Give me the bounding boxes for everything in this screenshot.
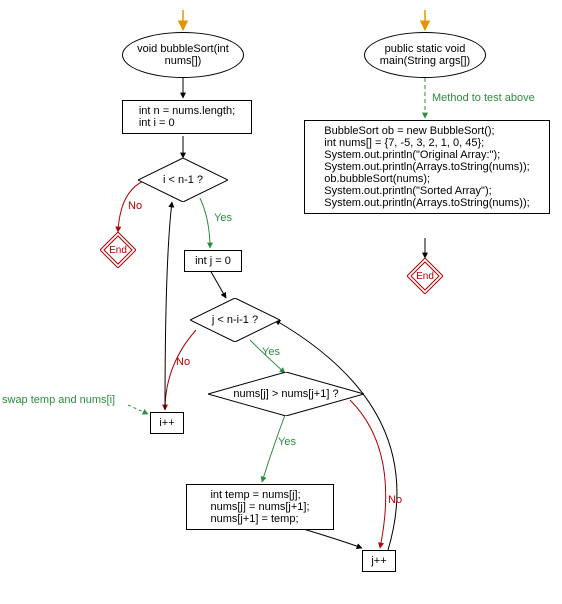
swap-body-text: int temp = nums[j]; nums[j] = nums[j+1];… — [210, 489, 309, 525]
swap-body-rect: int temp = nums[j]; nums[j] = nums[j+1];… — [186, 484, 334, 530]
init-j-text: int j = 0 — [195, 255, 231, 267]
init-vars-rect: int n = nums.length; int i = 0 — [122, 100, 252, 134]
end-left-text: End — [109, 245, 127, 256]
cond-j-diamond: j < n-i-1 ? — [190, 298, 280, 342]
inc-i-text: i++ — [159, 417, 174, 429]
bubblesort-sig-text: void bubbleSort(int nums[]) — [137, 43, 229, 67]
flowchart-canvas: void bubbleSort(int nums[]) int n = nums… — [0, 0, 562, 604]
cond-swap-diamond: nums[j] > nums[j+1] ? — [208, 372, 364, 416]
inc-j-rect: j++ — [362, 550, 396, 572]
cond-j-text: j < n-i-1 ? — [212, 314, 258, 326]
cond-swap-text: nums[j] > nums[j+1] ? — [233, 388, 338, 400]
cond-i-diamond: i < n-1 ? — [138, 158, 228, 202]
cond-j-no-label: No — [176, 356, 190, 368]
main-func-ellipse: public static void main(String args[]) — [364, 32, 486, 78]
cond-j-yes-label: Yes — [262, 346, 280, 358]
end-right: End — [407, 258, 443, 294]
main-body-text: BubbleSort ob = new BubbleSort(); int nu… — [324, 125, 529, 209]
inc-j-text: j++ — [371, 555, 386, 567]
init-vars-text: int n = nums.length; int i = 0 — [139, 105, 235, 129]
cond-i-text: i < n-1 ? — [163, 174, 203, 186]
bubblesort-func-ellipse: void bubbleSort(int nums[]) — [122, 32, 244, 78]
end-left: End — [100, 232, 136, 268]
cond-i-no-label: No — [128, 200, 142, 212]
swap-annotation: swap temp and nums[i] — [2, 394, 115, 406]
cond-swap-yes-label: Yes — [278, 436, 296, 448]
cond-swap-no-label: No — [388, 494, 402, 506]
main-sig-text: public static void main(String args[]) — [380, 43, 470, 67]
end-right-text: End — [416, 271, 434, 282]
inc-i-rect: i++ — [150, 412, 184, 434]
method-note: Method to test above — [432, 92, 535, 104]
main-body-rect: BubbleSort ob = new BubbleSort(); int nu… — [304, 120, 550, 214]
init-j-rect: int j = 0 — [184, 250, 242, 272]
cond-i-yes-label: Yes — [214, 212, 232, 224]
